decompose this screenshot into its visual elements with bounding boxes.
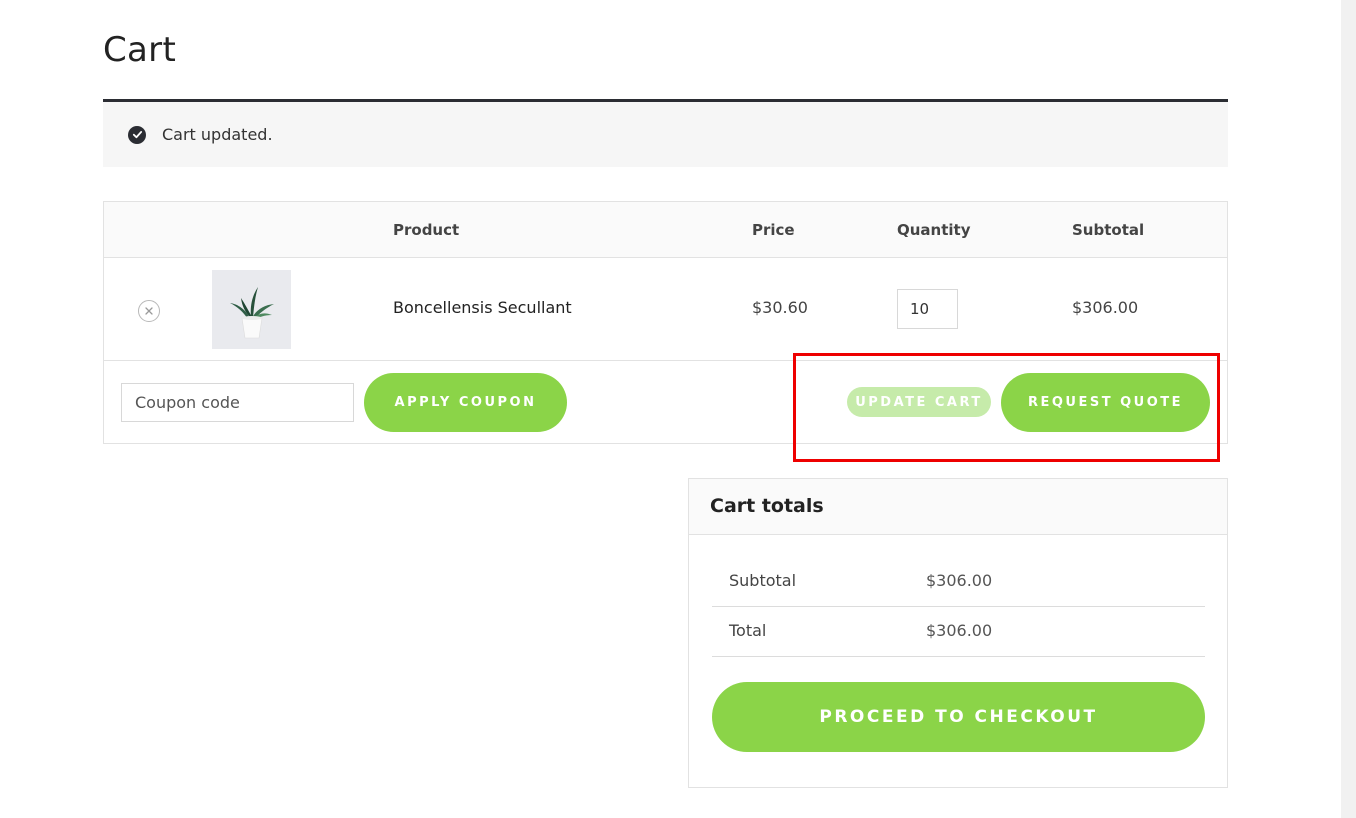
cart-updated-notice: Cart updated.: [103, 99, 1228, 167]
notice-message: Cart updated.: [162, 125, 273, 144]
scrollbar-track[interactable]: [1341, 0, 1356, 818]
totals-subtotal-label: Subtotal: [729, 571, 797, 590]
totals-row-subtotal: Subtotal $306.00: [712, 557, 1205, 607]
potted-plant-image[interactable]: [212, 270, 291, 349]
column-header-subtotal: Subtotal: [1072, 221, 1145, 239]
quantity-input[interactable]: 10: [897, 289, 958, 329]
request-quote-button[interactable]: REQUEST QUOTE: [1001, 373, 1210, 432]
product-price: $30.60: [752, 298, 808, 317]
cart-table-header: Product Price Quantity Subtotal: [104, 202, 1227, 258]
column-header-product: Product: [393, 221, 460, 239]
totals-subtotal-value: $306.00: [926, 571, 993, 590]
check-circle-icon: [128, 125, 146, 144]
totals-row-total: Total $306.00: [712, 607, 1205, 657]
page-title: Cart: [103, 30, 177, 70]
cart-totals: Cart totals Subtotal $306.00 Total $306.…: [688, 478, 1228, 788]
table-row: Boncellensis Secullant $30.60 10 $306.00: [104, 258, 1227, 361]
apply-coupon-button[interactable]: APPLY COUPON: [364, 373, 567, 432]
update-cart-button[interactable]: UPDATE CART: [847, 387, 991, 417]
totals-total-label: Total: [729, 621, 767, 640]
totals-total-value: $306.00: [926, 621, 993, 640]
product-name-link[interactable]: Boncellensis Secullant: [393, 298, 572, 317]
cart-totals-title: Cart totals: [710, 495, 824, 517]
coupon-code-input[interactable]: [121, 383, 354, 422]
cart-totals-header: Cart totals: [689, 479, 1227, 535]
remove-item-button[interactable]: [138, 300, 160, 322]
cart-actions: APPLY COUPON UPDATE CART REQUEST QUOTE: [104, 361, 1227, 443]
column-header-quantity: Quantity: [897, 221, 971, 239]
cart-table: Product Price Quantity Subtotal Boncelle…: [103, 201, 1228, 444]
product-subtotal: $306.00: [1072, 298, 1139, 317]
proceed-to-checkout-button[interactable]: PROCEED TO CHECKOUT: [712, 682, 1205, 752]
column-header-price: Price: [752, 221, 795, 239]
close-circle-icon: [145, 307, 153, 315]
